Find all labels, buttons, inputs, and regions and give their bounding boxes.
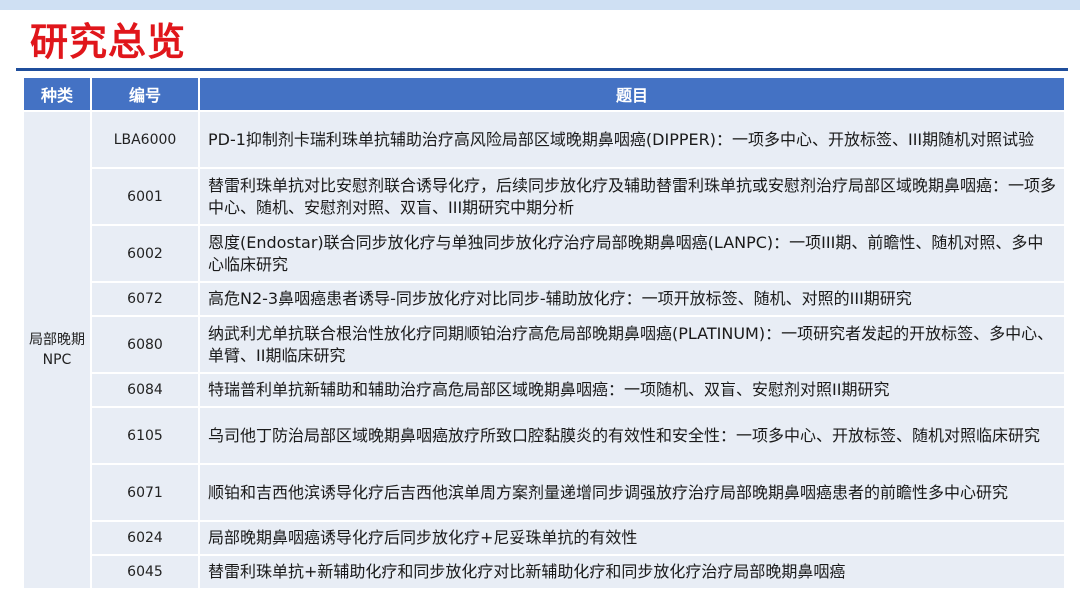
study-id: 6045 xyxy=(90,554,200,590)
title-underline xyxy=(16,68,1068,71)
top-decorative-strip xyxy=(0,0,1080,10)
study-id: 6080 xyxy=(90,315,200,374)
study-id: 6024 xyxy=(90,520,200,556)
study-title: 顺铂和吉西他滨诱导化疗后吉西他滨单周方案剂量递增同步调强放疗治疗局部晚期鼻咽癌患… xyxy=(198,463,1066,522)
study-id: 6071 xyxy=(90,463,200,522)
table-row: 6002 恩度(Endostar)联合同步放化疗与单独同步放化疗治疗局部晚期鼻咽… xyxy=(23,224,1066,283)
table-row: 局部晚期 NPC LBA6000 PD-1抑制剂卡瑞利珠单抗辅助治疗高风险局部区… xyxy=(22,110,1066,590)
header-title: 题目 xyxy=(198,76,1066,112)
study-title: 纳武利尤单抗联合根治性放化疗同期顺铂治疗高危局部晚期鼻咽癌(PLATINUM)：… xyxy=(198,315,1066,374)
study-overview-table: 种类 编号 题目 局部晚期 NPC LBA6000 PD-1抑制剂卡瑞利珠单抗辅… xyxy=(22,76,1066,590)
table-header-row: 种类 编号 题目 xyxy=(22,76,1066,112)
category-label: 局部晚期 NPC xyxy=(29,332,85,368)
study-title: 高危N2-3鼻咽癌患者诱导-同步放化疗对比同步-辅助放化疗：一项开放标签、随机、… xyxy=(198,281,1066,317)
header-category: 种类 xyxy=(22,76,92,112)
study-id: 6072 xyxy=(90,281,200,317)
study-id: 6002 xyxy=(90,224,200,283)
study-id: 6001 xyxy=(90,167,200,226)
header-id: 编号 xyxy=(90,76,200,112)
page-title: 研究总览 xyxy=(30,20,187,64)
study-title: 替雷利珠单抗+新辅助化疗和同步放化疗对比新辅助化疗和同步放化疗治疗局部晚期鼻咽癌 xyxy=(198,554,1066,590)
table-row: 6001 替雷利珠单抗对比安慰剂联合诱导化疗，后续同步放化疗及辅助替雷利珠单抗或… xyxy=(23,167,1066,226)
table-row: 6045 替雷利珠单抗+新辅助化疗和同步放化疗对比新辅助化疗和同步放化疗治疗局部… xyxy=(23,554,1066,590)
study-title: 乌司他丁防治局部区域晚期鼻咽癌放疗所致口腔黏膜炎的有效性和安全性：一项多中心、开… xyxy=(198,406,1066,465)
table-row: 6080 纳武利尤单抗联合根治性放化疗同期顺铂治疗高危局部晚期鼻咽癌(PLATI… xyxy=(23,315,1066,374)
study-title: 替雷利珠单抗对比安慰剂联合诱导化疗，后续同步放化疗及辅助替雷利珠单抗或安慰剂治疗… xyxy=(198,167,1066,226)
table-row: 6105 乌司他丁防治局部区域晚期鼻咽癌放疗所致口腔黏膜炎的有效性和安全性：一项… xyxy=(23,406,1066,465)
table-row: 6071 顺铂和吉西他滨诱导化疗后吉西他滨单周方案剂量递增同步调强放疗治疗局部晚… xyxy=(23,463,1066,522)
study-id: 6084 xyxy=(90,372,200,408)
study-id: LBA6000 xyxy=(90,110,200,169)
study-title: 恩度(Endostar)联合同步放化疗与单独同步放化疗治疗局部晚期鼻咽癌(LAN… xyxy=(198,224,1066,283)
table-row: 6024 局部晚期鼻咽癌诱导化疗后同步放化疗+尼妥珠单抗的有效性 xyxy=(23,520,1066,556)
study-id: 6105 xyxy=(90,406,200,465)
study-title: 局部晚期鼻咽癌诱导化疗后同步放化疗+尼妥珠单抗的有效性 xyxy=(198,520,1066,556)
table-row: 6072 高危N2-3鼻咽癌患者诱导-同步放化疗对比同步-辅助放化疗：一项开放标… xyxy=(23,281,1066,317)
study-title: PD-1抑制剂卡瑞利珠单抗辅助治疗高风险局部区域晚期鼻咽癌(DIPPER)：一项… xyxy=(198,110,1066,169)
table-row: 6084 特瑞普利单抗新辅助和辅助治疗高危局部区域晚期鼻咽癌：一项随机、双盲、安… xyxy=(23,372,1066,408)
study-title: 特瑞普利单抗新辅助和辅助治疗高危局部区域晚期鼻咽癌：一项随机、双盲、安慰剂对照I… xyxy=(198,372,1066,408)
category-cell: 局部晚期 NPC xyxy=(22,110,92,590)
